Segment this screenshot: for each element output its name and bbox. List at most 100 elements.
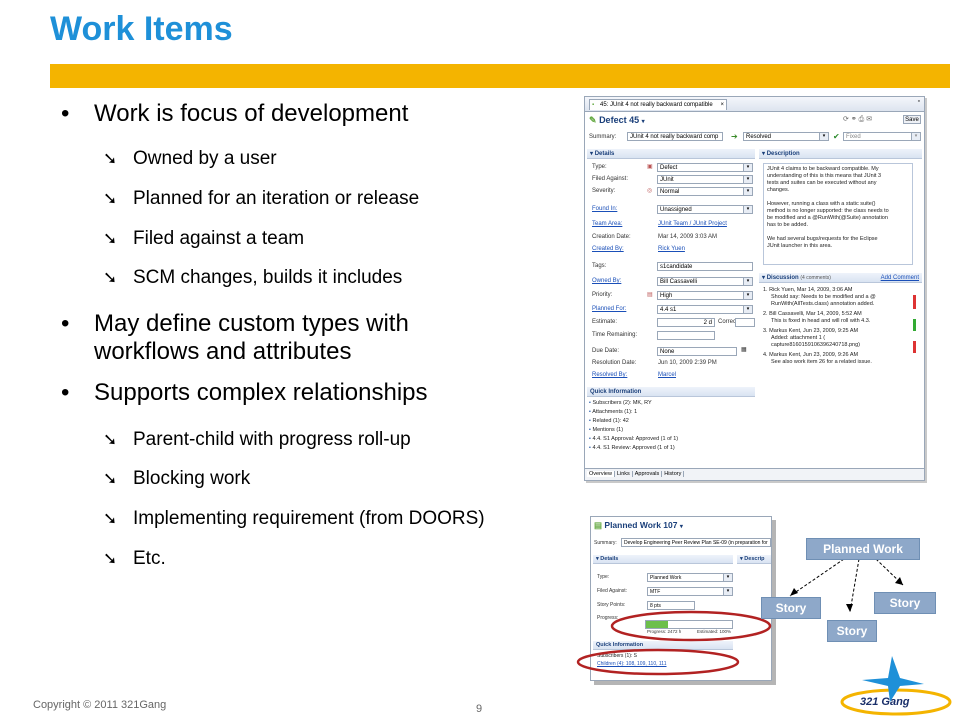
description-heading: Description — [766, 151, 800, 157]
sub-bullet: ➘ Filed against a team — [103, 228, 543, 250]
arrowhead-middle — [846, 604, 853, 612]
quick-info-text: 4.4. S1 Review: Approved (1 of 1) — [592, 445, 675, 451]
description-line: We had several bugs/requests for the Ecl… — [767, 236, 878, 242]
field-input[interactable]: MTF ▾ — [647, 587, 733, 596]
progress-highlight-oval — [610, 610, 772, 642]
maximize-icon[interactable]: ▫ — [918, 98, 920, 105]
field-label[interactable]: Created By: — [592, 246, 624, 252]
field-label[interactable]: Owned By: — [592, 278, 621, 284]
quick-info-item[interactable]: ▪ Attachments (1): 1 — [589, 408, 754, 417]
time-remaining-field[interactable] — [657, 331, 715, 340]
comment-line: Should say: Needs to be modified and a @ — [771, 294, 876, 300]
quick-info-header[interactable]: Quick Information — [587, 387, 755, 397]
comment-marker-red — [913, 341, 916, 353]
workflow-arrow-icon: ➔ — [731, 132, 738, 141]
summary-field[interactable]: Develop Engineering Peer Review Plan SE-… — [621, 538, 771, 547]
description-line: However, running a class with a static s… — [767, 201, 876, 207]
dropdown-icon[interactable]: ▾ — [743, 278, 752, 285]
field-input[interactable]: Normal ▾ — [657, 187, 753, 196]
bottom-tab[interactable]: Approvals — [632, 471, 663, 477]
field-value: Mar 14, 2009 3:03 AM — [658, 234, 718, 240]
sub-bullet: ➘ Etc. — [103, 548, 573, 570]
save-button[interactable]: Save — [903, 115, 921, 124]
bottom-tab-bar: Overview Links Approvals History — [585, 468, 924, 480]
field-input[interactable]: 4.4 s1 ▾ — [657, 305, 753, 314]
status-value: Resolved — [746, 134, 772, 140]
sub-bullet-text: Parent-child with progress roll-up — [133, 429, 411, 450]
comment-count: (4 comments) — [800, 275, 831, 281]
dropdown-icon[interactable]: ▾ — [743, 292, 752, 299]
field-input[interactable]: s1candidate — [657, 262, 753, 271]
field-input[interactable]: Defect ▾ — [657, 163, 753, 172]
editor-tab-label: 45: JUnit 4 not really backward compatib… — [600, 102, 713, 108]
summary-field[interactable]: JUnit 4 not really backward comp — [627, 132, 723, 141]
bottom-tab[interactable]: Links — [614, 471, 633, 477]
arrow-bullet-icon: ➘ — [103, 430, 118, 449]
details-section-header[interactable]: ▾ Details — [593, 555, 733, 564]
refresh-icon[interactable]: ⟳ — [843, 116, 849, 123]
status-select[interactable]: Resolved ▾ — [743, 132, 829, 141]
field-label[interactable]: Team Area: — [592, 221, 622, 227]
field-value[interactable]: JUnit Team / JUnit Project — [658, 221, 727, 227]
calendar-icon[interactable]: ▦ — [741, 346, 747, 353]
dropdown-icon[interactable]: ▾ — [743, 306, 752, 313]
add-comment-link[interactable]: Add Comment — [881, 273, 919, 283]
resolution-select[interactable]: Fixed ▾ — [843, 132, 921, 141]
bottom-tab[interactable]: Overview — [587, 471, 615, 477]
field-value[interactable]: Rick Yuen — [658, 246, 685, 252]
dropdown-icon[interactable]: ▾ — [723, 574, 732, 581]
description-line: tests and suites can be executed without… — [767, 180, 877, 186]
details-section-header[interactable]: ▾ Details — [587, 149, 755, 159]
quick-info-item[interactable]: ▪ 4.4. S1 Approval: Approved (1 of 1) — [589, 435, 754, 444]
dropdown-icon[interactable]: ▾ — [723, 588, 732, 595]
quick-info-item[interactable]: ▪ Subscribers (2): MK, RY — [589, 399, 754, 408]
chevron-down-icon[interactable]: ▾ — [642, 119, 645, 125]
discussion-comments: 1. Rick Yuen, Mar 14, 2009, 3:06 AM Shoul… — [763, 287, 903, 366]
editor-tab[interactable]: ▪ 45: JUnit 4 not really backward compat… — [589, 99, 727, 110]
description-line: be modified and a @RunWith(@Suite) annot… — [767, 215, 888, 221]
arrow-bullet-icon: ➘ — [103, 268, 118, 287]
link-icon[interactable]: ⚭ — [851, 116, 857, 123]
defect-icon: ▪ — [592, 102, 595, 108]
field-label[interactable]: Planned For: — [592, 306, 626, 312]
toolbar-icons: ⟳ ⚭ ⎙ ✉ — [843, 115, 872, 124]
description-line: JUnit launcher in this area. — [767, 243, 833, 249]
description-box[interactable]: JUnit 4 claims to be backward compatible… — [763, 163, 913, 265]
field-label[interactable]: Resolved By: — [592, 372, 627, 378]
field-input[interactable]: Planned Work ▾ — [647, 573, 733, 582]
chevron-down-icon[interactable]: ▾ — [680, 524, 683, 530]
comment-line: See also work item 26 for a related issu… — [771, 359, 872, 365]
quick-info-item[interactable]: ▪ Mentions (1) — [589, 426, 754, 435]
field-input[interactable]: High ▾ — [657, 291, 753, 300]
quick-info-heading: Quick Information — [590, 389, 642, 395]
story-node: Story — [874, 592, 936, 614]
dropdown-icon[interactable]: ▾ — [911, 133, 920, 140]
field-input[interactable]: Unassigned ▾ — [657, 205, 753, 214]
summary-label: Summary: — [589, 134, 617, 140]
dropdown-icon[interactable]: ▾ — [743, 206, 752, 213]
quick-info-item[interactable]: ▪ 4.4. S1 Review: Approved (1 of 1) — [589, 444, 754, 453]
bug-icon: ✎ — [589, 115, 597, 125]
planned-work-header: ▤ Planned Work 107 ▾ — [594, 520, 683, 531]
close-icon[interactable]: × — [720, 100, 724, 110]
comment-marker-red — [913, 295, 916, 309]
dropdown-icon[interactable]: ▾ — [819, 133, 828, 140]
dropdown-icon[interactable]: ▾ — [743, 188, 752, 195]
field-input[interactable]: Bill Cassavelli ▾ — [657, 277, 753, 286]
field-input[interactable]: 2 d — [657, 318, 715, 327]
field-label[interactable]: Found In: — [592, 206, 617, 212]
field-value[interactable]: Marcel — [658, 372, 676, 378]
dropdown-icon[interactable]: ▾ — [743, 176, 752, 183]
quick-info-item[interactable]: ▪ Related (1): 42 — [589, 417, 754, 426]
dropdown-icon[interactable]: ▾ — [743, 164, 752, 171]
comment-line: capture8160159106396240718.png) — [771, 342, 860, 348]
check-icon: ✔ — [833, 132, 840, 141]
print-icon[interactable]: ⎙ — [859, 116, 865, 123]
field-input[interactable]: None — [657, 347, 737, 356]
description-section-header[interactable]: ▾ Description — [759, 149, 922, 159]
bottom-tab[interactable]: History — [662, 471, 685, 477]
mail-icon[interactable]: ✉ — [866, 116, 872, 123]
field-input[interactable]: JUnit ▾ — [657, 175, 753, 184]
correction-field[interactable] — [735, 318, 755, 327]
discussion-section-header[interactable]: ▾ Discussion (4 comments) Add Comment — [759, 273, 922, 283]
